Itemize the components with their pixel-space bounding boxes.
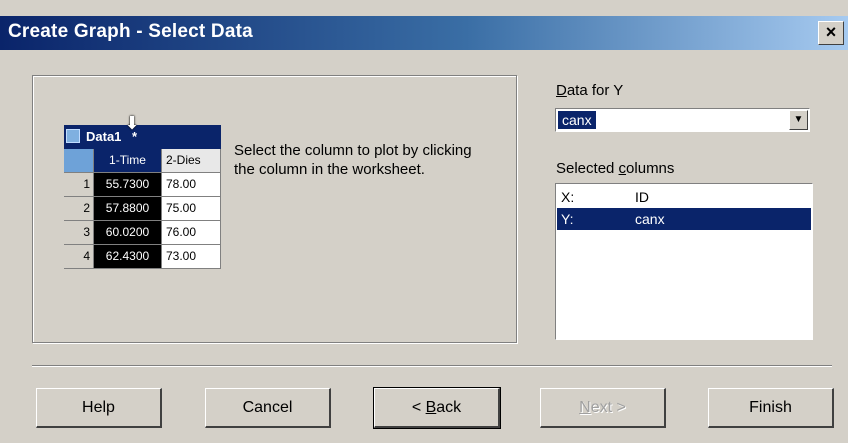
worksheet-header-row: 1-Time 2-Dies: [64, 149, 221, 173]
row-number: 3: [64, 221, 94, 245]
worksheet-icon: [66, 129, 80, 143]
cell[interactable]: 73.00: [162, 245, 221, 269]
cell[interactable]: 55.7300: [94, 173, 162, 197]
dialog-title: Create Graph - Select Data: [8, 21, 253, 42]
create-graph-dialog: Create Graph - Select Data × Data1 * 1-T…: [0, 0, 848, 443]
cell[interactable]: 76.00: [162, 221, 221, 245]
cell[interactable]: 75.00: [162, 197, 221, 221]
worksheet-preview: Data1 * 1-Time 2-Dies 1 55.7300 78.00 2 …: [64, 125, 221, 281]
selected-columns-list[interactable]: X: ID Y: canx: [555, 183, 813, 340]
cell[interactable]: 57.8800: [94, 197, 162, 221]
instructions-text: Select the column to plot by clicking th…: [234, 142, 472, 178]
cell[interactable]: 62.4300: [94, 245, 162, 269]
worksheet-corner-cell: [64, 149, 94, 173]
separator: [32, 365, 832, 367]
data-for-y-value: canx: [558, 111, 596, 129]
finish-button[interactable]: Finish: [708, 388, 834, 428]
close-icon: ×: [825, 22, 837, 42]
row-number: 2: [64, 197, 94, 221]
worksheet-row: 2 57.8800 75.00: [64, 197, 221, 221]
data-for-y-label: Data for Y: [556, 82, 624, 99]
next-button[interactable]: Next >: [540, 388, 666, 428]
column-header-1[interactable]: 1-Time: [94, 149, 162, 173]
title-bar[interactable]: Create Graph - Select Data ×: [0, 16, 848, 50]
selected-columns-label: Selected columns: [556, 160, 675, 177]
row-number: 1: [64, 173, 94, 197]
column-header-2[interactable]: 2-Dies: [162, 149, 221, 173]
list-item-y[interactable]: Y: canx: [557, 208, 811, 230]
row-number: 4: [64, 245, 94, 269]
worksheet-row: 1 55.7300 78.00: [64, 173, 221, 197]
close-button[interactable]: ×: [818, 21, 844, 45]
column-select-pointer-icon: ⬇: [124, 113, 140, 133]
worksheet-row: 4 62.4300 73.00: [64, 245, 221, 269]
cell[interactable]: 78.00: [162, 173, 221, 197]
help-button[interactable]: Help: [36, 388, 162, 428]
worksheet-grid: 1-Time 2-Dies 1 55.7300 78.00 2 57.8800 …: [64, 149, 221, 269]
cancel-button[interactable]: Cancel: [205, 388, 331, 428]
worksheet-row: 3 60.0200 76.00: [64, 221, 221, 245]
cell[interactable]: 60.0200: [94, 221, 162, 245]
worksheet-name: Data1: [86, 129, 122, 144]
data-for-y-dropdown[interactable]: canx ▼: [555, 108, 810, 132]
back-button[interactable]: < Back: [373, 387, 501, 429]
list-item-x[interactable]: X: ID: [557, 186, 811, 208]
chevron-down-icon[interactable]: ▼: [789, 110, 808, 130]
